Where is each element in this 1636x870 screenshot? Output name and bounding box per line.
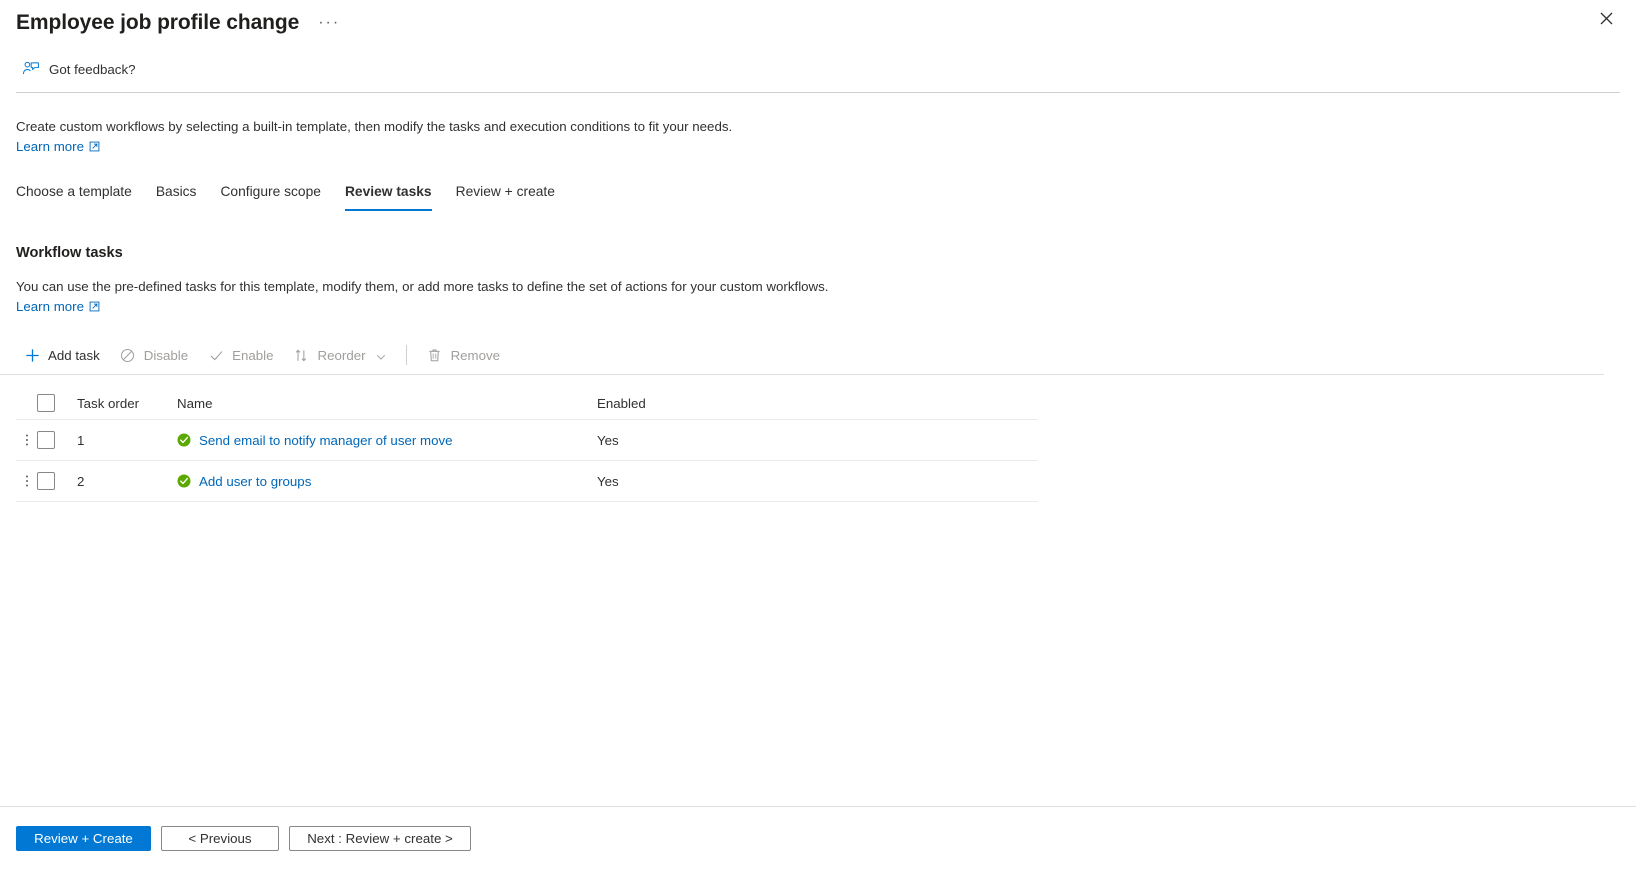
cell-enabled: Yes (597, 432, 619, 448)
tab-basics[interactable]: Basics (144, 182, 209, 211)
drag-dots-icon (25, 434, 28, 446)
page-title: Employee job profile change (16, 11, 300, 34)
intro-text: Create custom workflows by selecting a b… (16, 119, 733, 134)
status-success-icon (177, 474, 191, 488)
row-drag-handle[interactable] (16, 432, 37, 448)
intro-learn-more-row: Learn more (16, 138, 1620, 156)
feedback-row[interactable]: Got feedback? (0, 46, 1636, 92)
wizard-tabs: Choose a template Basics Configure scope… (16, 177, 1620, 211)
intro-learn-more-label: Learn more (16, 139, 84, 154)
section-learn-more-label: Learn more (16, 299, 84, 314)
section-learn-more-row: Learn more (16, 298, 1620, 316)
tab-choose-a-template[interactable]: Choose a template (16, 182, 144, 211)
close-button[interactable] (1592, 4, 1620, 32)
blade-titlebar: Employee job profile change ··· (0, 0, 1636, 46)
section-learn-more-link[interactable]: Learn more (16, 299, 100, 314)
next-button[interactable]: Next : Review + create > (289, 826, 471, 851)
status-success-icon (177, 433, 191, 447)
enable-task-label: Enable (232, 347, 274, 363)
task-command-bar: Add task Disable Enable Reorder Remove (16, 337, 1620, 373)
row-select-cell (37, 472, 77, 490)
cell-task-name: Send email to notify manager of user mov… (177, 433, 597, 448)
column-header-name[interactable]: Name (177, 396, 597, 411)
trash-icon (427, 347, 443, 363)
disable-task-label: Disable (143, 347, 189, 363)
remove-task-button[interactable]: Remove (417, 339, 511, 371)
plus-icon (24, 347, 40, 363)
cell-task-name: Add user to groups (177, 474, 597, 489)
close-icon (1600, 12, 1612, 24)
table-row: 1 Send email to notify manager of user m… (16, 419, 1038, 460)
workflow-tasks-table: Task order Name Enabled 1 Send email to … (16, 375, 1038, 502)
row-checkbox[interactable] (37, 472, 55, 490)
intro-learn-more-link[interactable]: Learn more (16, 139, 100, 154)
enable-task-button[interactable]: Enable (198, 339, 283, 371)
review-create-button[interactable]: Review + Create (16, 826, 151, 851)
external-link-icon (89, 141, 100, 152)
feedback-person-icon (22, 61, 39, 75)
tab-configure-scope[interactable]: Configure scope (208, 182, 332, 211)
command-bar-separator (405, 345, 407, 365)
block-icon (120, 347, 136, 363)
blade-body: Create custom workflows by selecting a b… (0, 93, 1636, 806)
row-checkbox[interactable] (37, 431, 55, 449)
previous-button[interactable]: < Previous (161, 826, 279, 851)
external-link-icon (89, 301, 100, 312)
task-name-link[interactable]: Add user to groups (199, 474, 311, 489)
column-header-enabled[interactable]: Enabled (597, 396, 797, 411)
cell-task-order: 1 (77, 432, 85, 448)
tab-review-create[interactable]: Review + create (444, 182, 567, 211)
tab-review-tasks[interactable]: Review tasks (333, 182, 444, 211)
row-select-cell (37, 431, 77, 449)
feedback-label[interactable]: Got feedback? (49, 62, 136, 77)
reorder-tasks-label: Reorder (317, 347, 366, 363)
task-name-link[interactable]: Send email to notify manager of user mov… (199, 433, 453, 448)
sort-arrows-icon (294, 347, 310, 363)
drag-dots-icon (25, 475, 28, 487)
cell-enabled: Yes (597, 473, 619, 489)
wizard-footer: Review + Create < Previous Next : Review… (0, 806, 1636, 870)
table-row: 2 Add user to groups Yes (16, 460, 1038, 501)
remove-task-label: Remove (450, 347, 501, 363)
disable-task-button[interactable]: Disable (110, 339, 198, 371)
table-bottom-border (16, 501, 1038, 502)
blade-panel: Employee job profile change ··· Got feed… (0, 0, 1636, 870)
add-task-label: Add task (48, 347, 100, 363)
row-drag-handle[interactable] (16, 473, 37, 489)
reorder-tasks-button[interactable]: Reorder (284, 339, 396, 371)
chevron-down-icon (376, 350, 386, 360)
add-task-button[interactable]: Add task (16, 339, 110, 371)
section-title: Workflow tasks (16, 245, 123, 261)
checkmark-icon (208, 347, 224, 363)
section-description: You can use the pre-defined tasks for th… (16, 279, 829, 294)
select-all-checkbox[interactable] (37, 394, 55, 412)
select-all-cell (37, 394, 77, 412)
table-header-row: Task order Name Enabled (16, 375, 1038, 419)
more-options-button[interactable]: ··· (315, 9, 343, 37)
cell-task-order: 2 (77, 473, 85, 489)
column-header-task-order[interactable]: Task order (77, 396, 177, 411)
